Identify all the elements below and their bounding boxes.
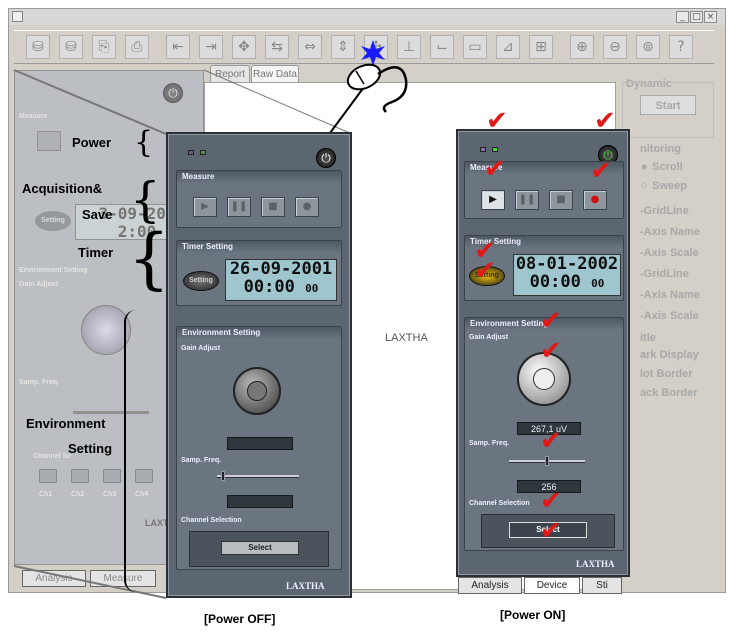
timer-date-on: 08-01-2002 xyxy=(515,254,619,274)
red-check-mark-6: ✔ xyxy=(474,256,496,286)
laxtha-logo: LAXTHA xyxy=(286,581,325,591)
timer-display-on: 08-01-2002 00:00 00 xyxy=(513,254,621,296)
caption-power-on: [Power ON] xyxy=(500,608,566,622)
led-right xyxy=(200,150,206,155)
setting-button[interactable]: Setting xyxy=(183,271,219,291)
samp-freq-thumb[interactable] xyxy=(221,471,225,481)
timer-time: 00:00 00 xyxy=(243,277,319,297)
play-button[interactable]: ▶ xyxy=(193,197,217,217)
stop-button[interactable]: ■ xyxy=(261,197,285,217)
channel-selection-label-on: Channel Selection xyxy=(469,500,530,507)
red-check-mark-10: ✔ xyxy=(540,486,562,516)
device-panel-power-off: ⏻ Measure ▶ ❚❚ ■ ● Timer Setting Setting… xyxy=(166,132,352,598)
environment-brace xyxy=(124,310,138,592)
timer-header: Timer Setting xyxy=(177,241,341,253)
setting-annotation: Setting xyxy=(68,441,113,456)
environment-section: Environment Setting Gain Adjust Samp. Fr… xyxy=(176,326,342,570)
led-right-on xyxy=(492,147,498,152)
record-button-on[interactable]: ● xyxy=(583,190,607,210)
gain-knob-center xyxy=(247,381,267,401)
power-brace: { xyxy=(134,125,154,160)
save-annotation: Save xyxy=(82,207,113,222)
led-left-on xyxy=(480,147,486,152)
red-check-mark-8: ✔ xyxy=(540,336,562,366)
play-button-on[interactable]: ▶ xyxy=(481,190,505,210)
samp-freq-slider[interactable] xyxy=(217,475,299,478)
laxtha-logo-on: LAXTHA xyxy=(576,559,615,569)
samp-freq-value-box xyxy=(227,495,293,508)
red-check-mark-2: ✔ xyxy=(594,106,616,136)
timer-date: 26-09-2001 xyxy=(229,259,333,279)
samp-freq-label: Samp. Freq. xyxy=(181,457,222,464)
red-check-mark-1: ✔ xyxy=(486,106,508,136)
gain-adjust-label: Gain Adjust xyxy=(181,345,221,352)
environment-annotation: Environment xyxy=(26,416,106,431)
pause-button-on[interactable]: ❚❚ xyxy=(515,190,539,210)
timer-brace: { xyxy=(128,220,170,297)
stop-button-on[interactable]: ■ xyxy=(549,190,573,210)
gain-value-box xyxy=(227,437,293,450)
timer-time-on: 00:00 00 xyxy=(529,272,605,292)
caption-power-off: [Power OFF] xyxy=(204,612,276,626)
pause-button[interactable]: ❚❚ xyxy=(227,197,251,217)
gain-adjust-label-on: Gain Adjust xyxy=(469,334,509,341)
acquisition-brace: { xyxy=(130,172,161,228)
red-check-mark-3: ✔ xyxy=(484,154,506,184)
samp-freq-thumb-on[interactable] xyxy=(545,456,549,466)
led-left xyxy=(188,150,194,155)
measure-header: Measure xyxy=(177,171,341,183)
select-button[interactable]: Select xyxy=(221,541,299,555)
timer-section: Timer Setting Setting 26-09-2001 00:00 0… xyxy=(176,240,342,306)
tab-sti[interactable]: Sti xyxy=(582,577,622,594)
channel-selection-label: Channel Selection xyxy=(181,517,242,524)
environment-header: Environment Setting xyxy=(177,327,341,339)
red-check-mark-4: ✔ xyxy=(590,156,612,186)
tab-device[interactable]: Device xyxy=(524,577,580,594)
measure-section: Measure ▶ ❚❚ ■ ● xyxy=(176,170,342,228)
power-annotation: Power xyxy=(72,135,112,150)
red-check-mark-11: ✔ xyxy=(540,516,562,546)
timer-display: 26-09-2001 00:00 00 xyxy=(225,259,337,301)
red-check-mark-7: ✔ xyxy=(540,306,562,336)
acquisition-annotation: Acquisition& xyxy=(22,181,103,196)
timer-annotation: Timer xyxy=(78,245,114,260)
mouse-click-icon xyxy=(340,40,430,120)
red-check-mark-9: ✔ xyxy=(540,426,562,456)
power-button[interactable]: ⏻ xyxy=(316,148,336,168)
gain-knob-center-on xyxy=(533,368,555,390)
record-button[interactable]: ● xyxy=(295,197,319,217)
tab-analysis[interactable]: Analysis xyxy=(458,577,522,594)
samp-freq-label-on: Samp. Freq. xyxy=(469,440,510,447)
